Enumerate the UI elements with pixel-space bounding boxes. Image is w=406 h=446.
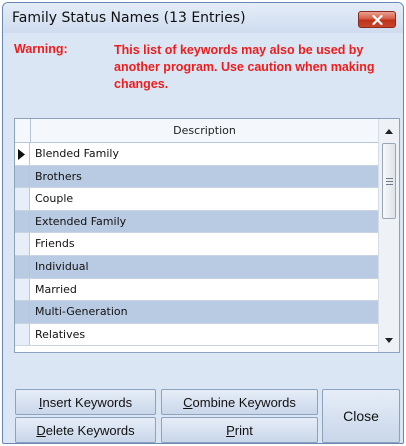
grip-icon (386, 178, 393, 187)
row-selector[interactable] (15, 188, 30, 210)
list-item-label: Blended Family (35, 147, 119, 160)
list-item-label: Friends (35, 237, 75, 251)
print-label: rint (234, 422, 253, 438)
scroll-up-button[interactable] (379, 123, 399, 141)
row-selector[interactable] (15, 143, 30, 165)
family-status-names-dialog: Family Status Names (13 Entries) Warning… (2, 2, 404, 444)
row-selector[interactable] (15, 301, 30, 323)
scroll-thumb[interactable] (382, 143, 396, 219)
warning-label: Warning: (14, 42, 68, 56)
keyword-list[interactable]: Description Blended Family Brothers Couple… (14, 118, 400, 353)
insert-keywords-button[interactable]: Insert Keywords (15, 389, 156, 415)
insert-keywords-label: nsert Keywords (42, 394, 133, 410)
vertical-scrollbar[interactable] (378, 119, 399, 352)
row-selector[interactable] (15, 278, 30, 301)
delete-keywords-button[interactable]: Delete Keywords (15, 417, 156, 443)
combine-keywords-label: ombine Keywords (192, 394, 296, 410)
list-item[interactable]: Extended Family (15, 210, 378, 234)
description-column-header[interactable]: Description (31, 119, 378, 142)
delete-keywords-label: elete Keywords (45, 422, 135, 438)
row-selector[interactable] (15, 323, 30, 346)
list-item-label: Couple (35, 192, 74, 206)
row-selector[interactable] (15, 255, 30, 278)
row-selector-header (15, 119, 31, 142)
row-selector[interactable] (15, 233, 30, 255)
row-pointer-icon (18, 149, 25, 160)
close-window-button[interactable] (358, 11, 396, 28)
print-mnemonic: P (226, 422, 235, 438)
row-selector[interactable] (15, 165, 30, 188)
list-item[interactable]: Blended Family (15, 143, 378, 166)
arrow-up-icon (385, 129, 393, 134)
list-rows: Blended Family Brothers Couple Extended Fam… (15, 143, 378, 347)
list-item-label: Multi-Generation (35, 305, 128, 319)
list-item[interactable]: Married (15, 278, 378, 302)
arrow-down-icon (385, 338, 393, 343)
list-header: Description (15, 119, 378, 143)
combine-keywords-button[interactable]: Combine Keywords (161, 389, 318, 415)
list-item-label: Married (35, 282, 77, 296)
list-item-label: Individual (35, 259, 89, 273)
list-item[interactable]: Brothers (15, 165, 378, 189)
list-item[interactable]: Relatives (15, 323, 378, 347)
title-bar[interactable]: Family Status Names (13 Entries) (3, 3, 403, 33)
list-item[interactable]: Multi-Generation (15, 301, 378, 324)
list-item-label: Extended Family (35, 214, 127, 228)
list-item-label: Brothers (35, 169, 82, 183)
scroll-down-button[interactable] (379, 332, 399, 350)
print-button[interactable]: Print (161, 417, 318, 443)
list-item[interactable]: Couple (15, 188, 378, 211)
row-selector[interactable] (15, 210, 30, 233)
close-icon (372, 15, 383, 25)
delete-keywords-mnemonic: D (36, 422, 46, 438)
list-item-label: Relatives (35, 327, 86, 341)
list-item[interactable]: Individual (15, 255, 378, 279)
window-title: Family Status Names (13 Entries) (12, 10, 246, 26)
list-item[interactable]: Friends (15, 233, 378, 256)
close-button[interactable]: Close (322, 389, 400, 443)
combine-keywords-mnemonic: C (183, 394, 193, 410)
warning-text: This list of keywords may also be used b… (114, 43, 375, 91)
